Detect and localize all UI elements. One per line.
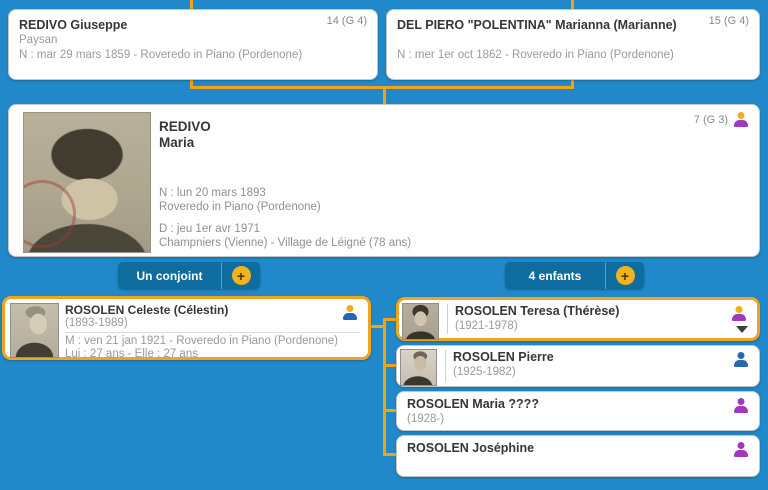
- person-name: REDIVO Giuseppe: [19, 18, 367, 33]
- person-years: (1928-): [407, 412, 539, 427]
- person-occupation: [397, 33, 749, 48]
- spouse-card[interactable]: ROSOLEN Celeste (Célestin) (1893-1989) M…: [2, 296, 371, 360]
- family-tree-canvas: 14 (G 4) REDIVO Giuseppe Paysan N : mar …: [0, 0, 768, 490]
- person-firstname: Maria: [159, 135, 211, 151]
- person-name: ROSOLEN Celeste (Célestin): [65, 304, 360, 317]
- child-card[interactable]: ROSOLEN Maria ???? (1928-): [396, 391, 760, 431]
- female-person-icon: [733, 442, 749, 457]
- spouse-section-button[interactable]: Un conjoint +: [118, 262, 260, 289]
- children-section-button[interactable]: 4 enfants +: [505, 262, 644, 289]
- person-name: ROSOLEN Joséphine: [407, 441, 534, 456]
- connector-line: [190, 86, 574, 89]
- spouse-section-label: Un conjoint: [118, 262, 221, 289]
- male-person-icon: [342, 305, 358, 320]
- marriage-info: M : ven 21 jan 1921 - Roveredo in Piano …: [65, 335, 360, 348]
- plus-icon: +: [616, 266, 635, 285]
- connector-line: [383, 88, 386, 105]
- connector-line: [385, 453, 396, 456]
- divider: [65, 332, 360, 333]
- male-person-icon: [733, 352, 749, 367]
- person-name: DEL PIERO "POLENTINA" Marianna (Marianne…: [397, 18, 749, 33]
- birth-date: N : lun 20 mars 1893: [159, 186, 266, 200]
- sosa-badge: 15 (G 4): [709, 15, 749, 27]
- portrait-photo: [402, 303, 439, 340]
- plus-icon: +: [232, 266, 251, 285]
- person-name: ROSOLEN Maria ????: [407, 397, 539, 412]
- death-place: Champniers (Vienne) - Village de Léigné …: [159, 236, 411, 250]
- marriage-ages: Lui : 27 ans - Elle : 27 ans: [65, 348, 360, 361]
- portrait-photo: [10, 303, 59, 358]
- female-person-icon: [733, 112, 749, 127]
- person-name: REDIVO Maria: [159, 119, 211, 151]
- connector-line: [571, 0, 574, 9]
- sosa-badge: 14 (G 4): [327, 15, 367, 27]
- sosa-badge: 7 (G 3): [694, 114, 728, 126]
- portrait-photo: [23, 112, 151, 253]
- child-card[interactable]: ROSOLEN Pierre (1925-1982): [396, 345, 760, 387]
- add-child-button[interactable]: +: [606, 262, 644, 289]
- father-card[interactable]: 14 (G 4) REDIVO Giuseppe Paysan N : mar …: [8, 9, 378, 80]
- connector-line: [385, 318, 396, 321]
- person-birth: N : mer 1er oct 1862 - Roveredo in Piano…: [397, 48, 749, 63]
- death-date: D : jeu 1er avr 1971: [159, 222, 260, 236]
- child-card[interactable]: ROSOLEN Teresa (Thérèse) (1921-1978): [396, 297, 760, 341]
- person-occupation: Paysan: [19, 33, 367, 48]
- photo-stamp: [23, 171, 85, 253]
- children-section-label: 4 enfants: [505, 262, 605, 289]
- person-years: (1921-1978): [455, 319, 619, 334]
- connector-line: [385, 364, 396, 367]
- female-person-icon: [733, 398, 749, 413]
- mother-card[interactable]: 15 (G 4) DEL PIERO "POLENTINA" Marianna …: [386, 9, 760, 80]
- connector-line: [383, 318, 386, 456]
- expand-descendants-arrow[interactable]: [736, 326, 748, 333]
- add-spouse-button[interactable]: +: [222, 262, 260, 289]
- person-surname: REDIVO: [159, 119, 211, 135]
- portrait-photo: [400, 349, 437, 386]
- child-card[interactable]: ROSOLEN Joséphine: [396, 435, 760, 477]
- person-years: (1893-1989): [65, 317, 360, 330]
- connector-line: [190, 0, 193, 9]
- birth-place: Roveredo in Piano (Pordenone): [159, 200, 321, 214]
- person-birth: N : mar 29 mars 1859 - Roveredo in Piano…: [19, 48, 367, 63]
- main-person-card[interactable]: 7 (G 3) REDIVO Maria N : lun 20 mars 189…: [8, 104, 760, 257]
- connector-line: [385, 409, 396, 412]
- female-person-icon: [731, 306, 747, 321]
- person-name: ROSOLEN Pierre: [453, 350, 554, 365]
- person-name: ROSOLEN Teresa (Thérèse): [455, 304, 619, 319]
- person-years: (1925-1982): [453, 365, 554, 380]
